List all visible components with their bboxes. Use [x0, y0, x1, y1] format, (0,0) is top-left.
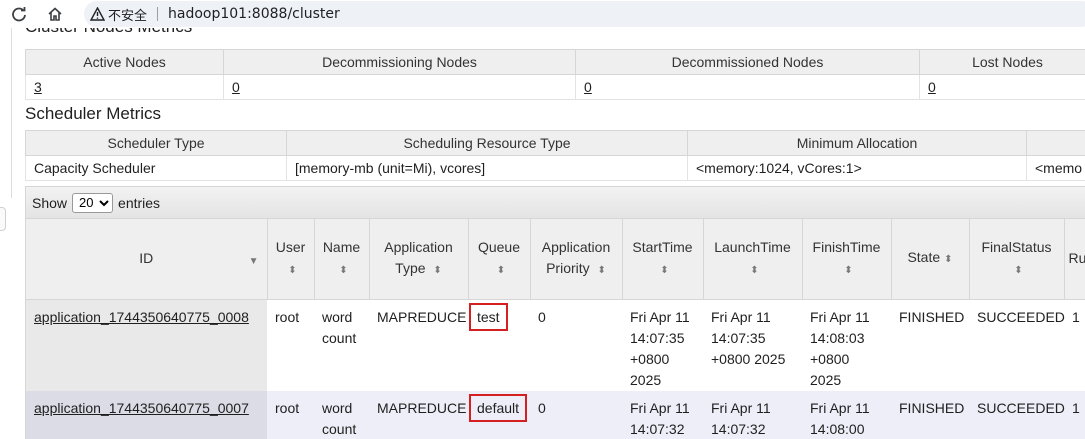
column-start-time-label: StartTime	[632, 238, 693, 255]
column-application-type-label: Application Type	[384, 238, 453, 276]
sort-icon[interactable]: ⬍	[944, 254, 952, 265]
header-active-nodes[interactable]: Active Nodes	[25, 49, 224, 75]
header-lost-nodes[interactable]: Lost Nodes	[919, 49, 1085, 75]
table-length-control: Show 20 entries	[26, 187, 1085, 219]
page-viewport: Cluster Nodes Metrics Active Nodes Decom…	[0, 28, 1085, 439]
warning-icon	[90, 7, 105, 21]
header-scheduling-resource-type[interactable]: Scheduling Resource Type	[286, 130, 688, 156]
cluster-nodes-title: Cluster Nodes Metrics	[25, 28, 192, 37]
home-icon[interactable]	[44, 3, 66, 25]
column-user-label: User	[275, 238, 306, 255]
column-queue-label: Queue	[477, 238, 521, 255]
table-row: application_1744350640775_0008 root word…	[26, 299, 1085, 391]
header-decommissioning-nodes[interactable]: Decommissioning Nodes	[223, 49, 576, 75]
final-status-cell: SUCCEEDED	[977, 308, 1065, 325]
column-id[interactable]: ID ▼	[26, 219, 268, 300]
insecure-label[interactable]: 不安全	[108, 5, 147, 24]
scheduler-metrics-title: Scheduler Metrics	[25, 104, 162, 123]
column-queue[interactable]: Queue ⬍	[468, 219, 531, 300]
active-nodes-link[interactable]: 3	[34, 79, 42, 95]
column-start-time[interactable]: StartTime ⬍	[622, 219, 704, 300]
header-decommissioned-nodes[interactable]: Decommissioned Nodes	[575, 49, 920, 75]
left-panel-border	[11, 28, 12, 198]
start-time-cell: Fri Apr 11 14:07:35 +0800 2025	[630, 308, 690, 388]
sort-icon[interactable]: ⬍	[750, 265, 758, 276]
column-final-status[interactable]: FinalStatus ⬍	[969, 219, 1065, 300]
page-size-select[interactable]: 20	[72, 192, 114, 213]
running-containers-cell: 1	[1072, 308, 1080, 325]
maximum-allocation-value: <memo	[1026, 155, 1085, 181]
column-name[interactable]: Name ⬍	[314, 219, 370, 300]
scheduler-table: Scheduler Type Scheduling Resource Type …	[25, 130, 1085, 181]
name-cell: word count	[322, 308, 357, 346]
header-maximum-allocation[interactable]	[1026, 130, 1085, 156]
lost-nodes-link[interactable]: 0	[928, 79, 936, 95]
application-type-cell: MAPREDUCE	[377, 308, 467, 325]
url-text[interactable]: hadoop101:8088/cluster	[168, 6, 340, 22]
show-label: Show	[32, 194, 68, 211]
header-minimum-allocation[interactable]: Minimum Allocation	[687, 130, 1027, 156]
table-row: application_1744350640775_0007 root word…	[26, 390, 1085, 439]
cluster-nodes-table: Active Nodes Decommissioning Nodes Decom…	[25, 49, 1085, 100]
state-cell: FINISHED	[891, 390, 969, 439]
header-scheduler-type[interactable]: Scheduler Type	[25, 130, 287, 156]
queue-cell-highlighted: default	[469, 393, 528, 422]
start-time-cell: Fri Apr 11 14:07:32	[622, 390, 703, 439]
sort-icon[interactable]: ⬍	[844, 265, 852, 276]
sort-icon[interactable]: ⬍	[598, 265, 606, 276]
column-launch-time-label: LaunchTime	[714, 238, 791, 255]
priority-cell: 0	[538, 308, 546, 325]
column-running-containers[interactable]: Running Containers	[1064, 219, 1085, 300]
queue-cell-highlighted: test	[469, 302, 508, 331]
sort-icon[interactable]: ⬍	[660, 265, 668, 276]
column-application-priority[interactable]: Application Priority ⬍	[530, 219, 623, 300]
column-state[interactable]: State ⬍	[891, 219, 970, 300]
address-divider	[157, 7, 159, 21]
final-status-cell: SUCCEEDED	[969, 390, 1065, 439]
sort-icon[interactable]: ⬍	[339, 265, 347, 276]
column-launch-time[interactable]: LaunchTime ⬍	[703, 219, 803, 300]
sort-icon[interactable]: ⬍	[1014, 265, 1022, 276]
column-user[interactable]: User ⬍	[267, 219, 315, 300]
state-cell: FINISHED	[899, 308, 965, 325]
column-application-type[interactable]: Application Type ⬍	[369, 219, 469, 300]
browser-toolbar: 不安全 hadoop101:8088/cluster	[0, 0, 1085, 28]
launch-time-cell: Fri Apr 11 14:07:35 +0800 2025	[711, 308, 786, 367]
application-id-link[interactable]: application_1744350640775_0008	[34, 309, 249, 325]
entries-label: entries	[118, 194, 161, 211]
running-containers-cell: 1	[1064, 390, 1085, 439]
applications-panel: Show 20 entries ID ▼ User ⬍ Name ⬍ Applicat…	[25, 186, 1085, 439]
sort-icon[interactable]: ⬍	[433, 265, 441, 276]
name-cell: word count	[314, 390, 369, 439]
column-name-label: Name	[322, 238, 361, 255]
address-bar[interactable]: 不安全 hadoop101:8088/cluster	[84, 1, 1085, 27]
column-id-label: ID	[139, 250, 154, 267]
sort-icon[interactable]: ⬍	[288, 265, 296, 276]
scheduler-type-value: Capacity Scheduler	[25, 155, 287, 181]
application-id-link[interactable]: application_1744350640775_0007	[34, 400, 249, 416]
decommissioning-nodes-link[interactable]: 0	[232, 79, 240, 95]
finish-time-cell: Fri Apr 11 14:08:00	[802, 390, 891, 439]
reload-icon[interactable]	[8, 3, 30, 25]
decommissioned-nodes-link[interactable]: 0	[584, 79, 592, 95]
finish-time-cell: Fri Apr 11 14:08:03 +0800 2025	[810, 308, 870, 388]
column-finish-time-label: FinishTime	[812, 238, 881, 255]
sort-icon[interactable]: ⬍	[497, 265, 505, 276]
column-running-containers-label: Running Containers	[1068, 250, 1085, 267]
application-type-cell: MAPREDUCE	[369, 390, 468, 439]
sort-desc-icon[interactable]: ▼	[249, 251, 259, 272]
column-final-status-label: FinalStatus	[981, 238, 1052, 255]
applications-table: ID ▼ User ⬍ Name ⬍ Application Type ⬍ Queue…	[26, 219, 1085, 439]
user-cell: root	[275, 308, 300, 325]
column-state-label: State	[907, 249, 941, 266]
priority-cell: 0	[530, 390, 622, 439]
user-cell: root	[267, 390, 314, 439]
launch-time-cell: Fri Apr 11 14:07:32	[703, 390, 802, 439]
column-finish-time[interactable]: FinishTime ⬍	[802, 219, 892, 300]
minimum-allocation-value: <memory:1024, vCores:1>	[687, 155, 1027, 181]
left-panel-handle[interactable]	[0, 207, 6, 231]
resource-type-value: [memory-mb (unit=Mi), vcores]	[286, 155, 688, 181]
